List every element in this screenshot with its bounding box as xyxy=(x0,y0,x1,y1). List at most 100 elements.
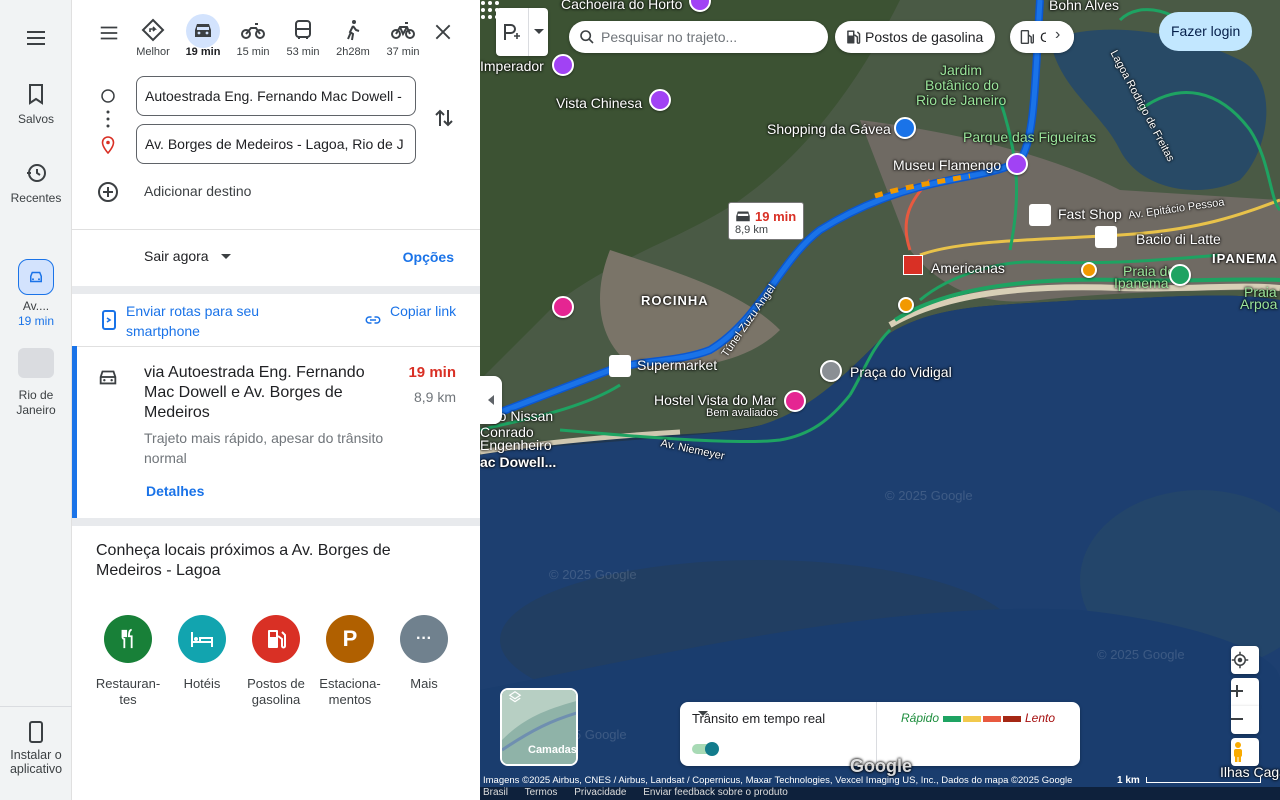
map-label: Ipanema xyxy=(1114,275,1169,291)
map-label: Rio de Janeiro xyxy=(916,92,1007,108)
route-search-input[interactable]: Pesquisar no trajeto... xyxy=(569,21,828,53)
footer-privacy[interactable]: Privacidade xyxy=(574,787,626,798)
park-pin-icon[interactable] xyxy=(1169,264,1191,286)
attraction-pin-icon[interactable] xyxy=(552,54,574,76)
map-label: Jardim xyxy=(940,62,983,78)
search-icon xyxy=(580,30,594,44)
saved-label: Salvos xyxy=(17,112,55,126)
category-gas-stations[interactable]: Postos de gasolina xyxy=(239,615,313,708)
layers-label: Camadas xyxy=(528,744,577,756)
menu-button[interactable] xyxy=(0,26,72,56)
current-trip-label: Av.... 19 min xyxy=(0,299,72,329)
layers-icon xyxy=(508,691,522,703)
fast-shop-logo[interactable] xyxy=(1029,204,1051,226)
gas-stations-chip[interactable]: Postos de gasolina xyxy=(835,21,996,53)
mode-motorcycle[interactable]: 15 min xyxy=(228,14,278,58)
ev-charging-chip[interactable]: C › xyxy=(1010,21,1074,53)
mode-transit[interactable]: 53 min xyxy=(278,14,328,58)
hotel-pin-icon[interactable] xyxy=(552,296,574,318)
gas-station-icon xyxy=(847,30,861,44)
place-thumbnail[interactable] xyxy=(18,348,54,378)
mode-walk[interactable]: 2h28m xyxy=(328,14,378,58)
mode-walk-label: 2h28m xyxy=(336,46,370,58)
login-button[interactable]: Fazer login xyxy=(1159,12,1252,51)
link-icon xyxy=(365,316,381,324)
details-button[interactable]: Detalhes xyxy=(146,483,204,499)
supermarket-logo[interactable] xyxy=(609,355,631,377)
traffic-bar xyxy=(983,716,1001,722)
category-label: Estaciona- xyxy=(319,676,381,691)
add-circle-icon[interactable] xyxy=(96,180,120,204)
leave-now-dropdown[interactable]: Sair agora xyxy=(144,248,232,264)
map-label: Hostel Vista do Mar xyxy=(654,392,776,408)
caret-left-icon xyxy=(488,395,494,405)
hotel-icon xyxy=(178,615,226,663)
shopping-pin-icon[interactable] xyxy=(894,117,916,139)
traffic-label: Trânsito em tempo real xyxy=(692,711,826,726)
footer-feedback[interactable]: Enviar feedback sobre o produto xyxy=(643,787,788,798)
saved-button[interactable]: Salvos xyxy=(0,82,72,126)
copy-link[interactable]: Copiar link xyxy=(390,301,460,321)
apps-grid-icon[interactable] xyxy=(480,0,500,20)
mode-car[interactable]: 19 min xyxy=(178,14,228,58)
category-restaurants[interactable]: Restauran- tes xyxy=(91,615,165,708)
category-more[interactable]: ··· Mais xyxy=(387,615,461,692)
footer-terms[interactable]: Termos xyxy=(525,787,558,798)
map-label: Praça do Vidigal xyxy=(850,364,952,380)
camera-pin-icon[interactable] xyxy=(649,89,671,111)
install-app-button[interactable]: Instalar o aplicativo xyxy=(0,720,72,776)
map-watermark: © 2025 Google xyxy=(549,567,637,582)
traffic-toggle[interactable] xyxy=(692,742,719,756)
place-pin-icon[interactable] xyxy=(820,360,842,382)
left-rail: Salvos Recentes Av.... 19 min Rio de Jan… xyxy=(0,0,72,800)
route-time: 19 min xyxy=(408,364,456,381)
current-trip-button[interactable] xyxy=(18,259,54,295)
parking-icon: P xyxy=(326,615,374,663)
zoom-in-button[interactable] xyxy=(1231,678,1259,706)
map-label: Arpoa xyxy=(1240,296,1278,312)
google-logo: Google xyxy=(850,756,912,776)
mode-best[interactable]: Melhor xyxy=(128,14,178,58)
traffic-dropdown[interactable]: Trânsito em tempo real xyxy=(692,711,825,726)
send-to-phone-icon xyxy=(102,310,116,330)
current-trip-line2: 19 min xyxy=(17,314,55,328)
panel-menu-button[interactable] xyxy=(98,22,120,49)
footer-country[interactable]: Brasil xyxy=(483,787,508,798)
send-to-phone-link[interactable]: Enviar rotas para seu smartphone xyxy=(126,301,296,341)
category-parking[interactable]: P Estaciona- mentos xyxy=(313,615,387,708)
store-pin-icon[interactable] xyxy=(903,255,923,275)
route-distance: 8,9 km xyxy=(413,389,456,405)
bacio-logo[interactable] xyxy=(1095,226,1117,248)
caret-down-icon xyxy=(698,711,708,716)
options-button[interactable]: Opções xyxy=(403,249,454,265)
close-button[interactable] xyxy=(433,22,453,47)
route-option-card[interactable]: via Autoestrada Eng. Fernando Mac Dowell… xyxy=(72,346,480,518)
my-location-button[interactable] xyxy=(1231,646,1259,674)
category-hotels[interactable]: Hotéis xyxy=(165,615,239,692)
origin-circle-icon xyxy=(101,89,115,103)
map-canvas[interactable]: Cachoeira do Horto Bohn Alves Imperador … xyxy=(480,0,1280,800)
recent-button[interactable]: Recentes xyxy=(0,161,72,205)
traffic-bar xyxy=(943,716,961,722)
swap-icon[interactable] xyxy=(432,106,456,130)
parking-layer-toggle[interactable] xyxy=(496,8,548,56)
hotel-pin-icon[interactable] xyxy=(784,390,806,412)
mode-car-label: 19 min xyxy=(185,46,221,58)
bike-icon xyxy=(391,22,415,39)
add-destination[interactable]: Adicionar destino xyxy=(144,183,251,199)
more-icon: ··· xyxy=(400,615,448,663)
street-view-pegman[interactable] xyxy=(1231,738,1259,766)
place-line1: Rio de xyxy=(18,388,54,402)
restaurant-pin-icon[interactable] xyxy=(898,297,914,313)
origin-input[interactable]: Autoestrada Eng. Fernando Mac Dowell - xyxy=(136,76,416,116)
collapse-panel-button[interactable] xyxy=(480,376,502,424)
zoom-out-button[interactable] xyxy=(1231,706,1259,734)
mode-bike[interactable]: 37 min xyxy=(378,14,428,58)
layers-button[interactable]: Camadas xyxy=(500,688,578,766)
traffic-fast-label: Rápido xyxy=(901,711,940,725)
restaurant-pin-icon[interactable] xyxy=(1081,262,1097,278)
destination-input[interactable]: Av. Borges de Medeiros - Lagoa, Rio de J xyxy=(136,124,416,164)
museum-pin-icon[interactable] xyxy=(1006,153,1028,175)
route-time-callout[interactable]: 19 min 8,9 km xyxy=(728,202,804,240)
map-footer: Brasil Termos Privacidade Enviar feedbac… xyxy=(480,787,1280,800)
